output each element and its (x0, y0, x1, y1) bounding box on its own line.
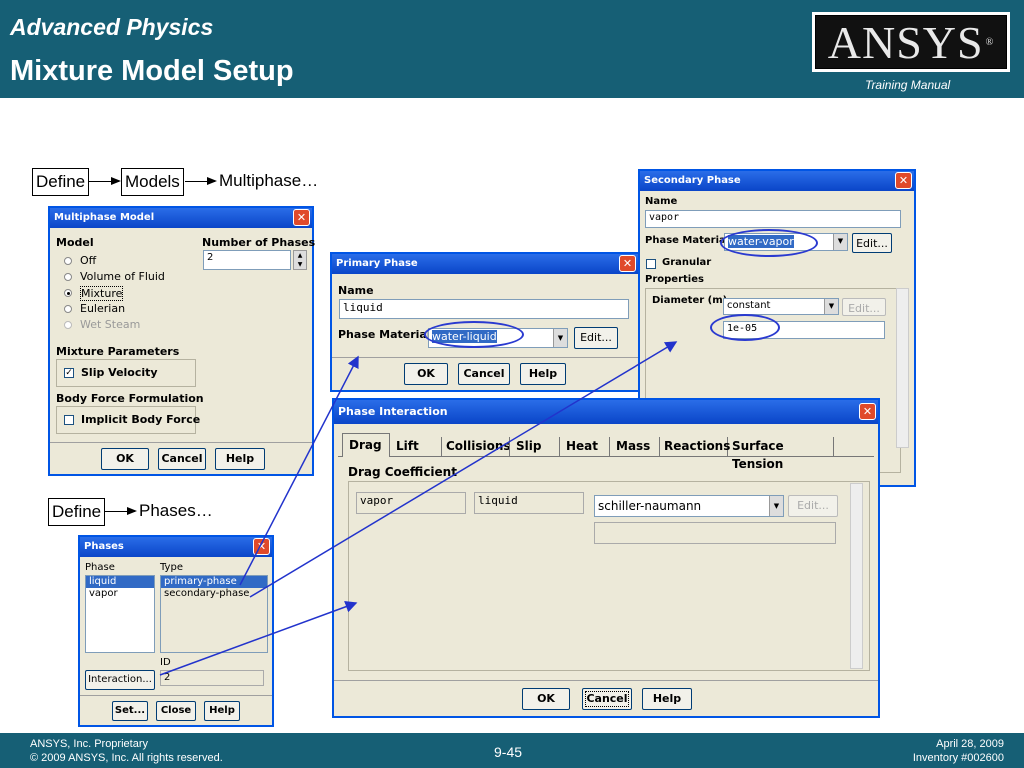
footer-date: April 28, 2009 (936, 738, 1004, 750)
footer-inventory: Inventory #002600 (912, 752, 1004, 764)
arrow-secondary-to-dialog (249, 341, 678, 598)
arrow-interaction-to-dialog (159, 600, 358, 676)
footer-copyright: © 2009 ANSYS, Inc. All rights reserved. (30, 752, 223, 764)
connector-arrows (159, 341, 678, 676)
arrow-primary-to-dialog (239, 355, 359, 586)
slide-footer: ANSYS, Inc. Proprietary © 2009 ANSYS, In… (0, 733, 1024, 768)
page-number: 9-45 (494, 744, 523, 760)
footer-proprietary: ANSYS, Inc. Proprietary (30, 738, 148, 750)
